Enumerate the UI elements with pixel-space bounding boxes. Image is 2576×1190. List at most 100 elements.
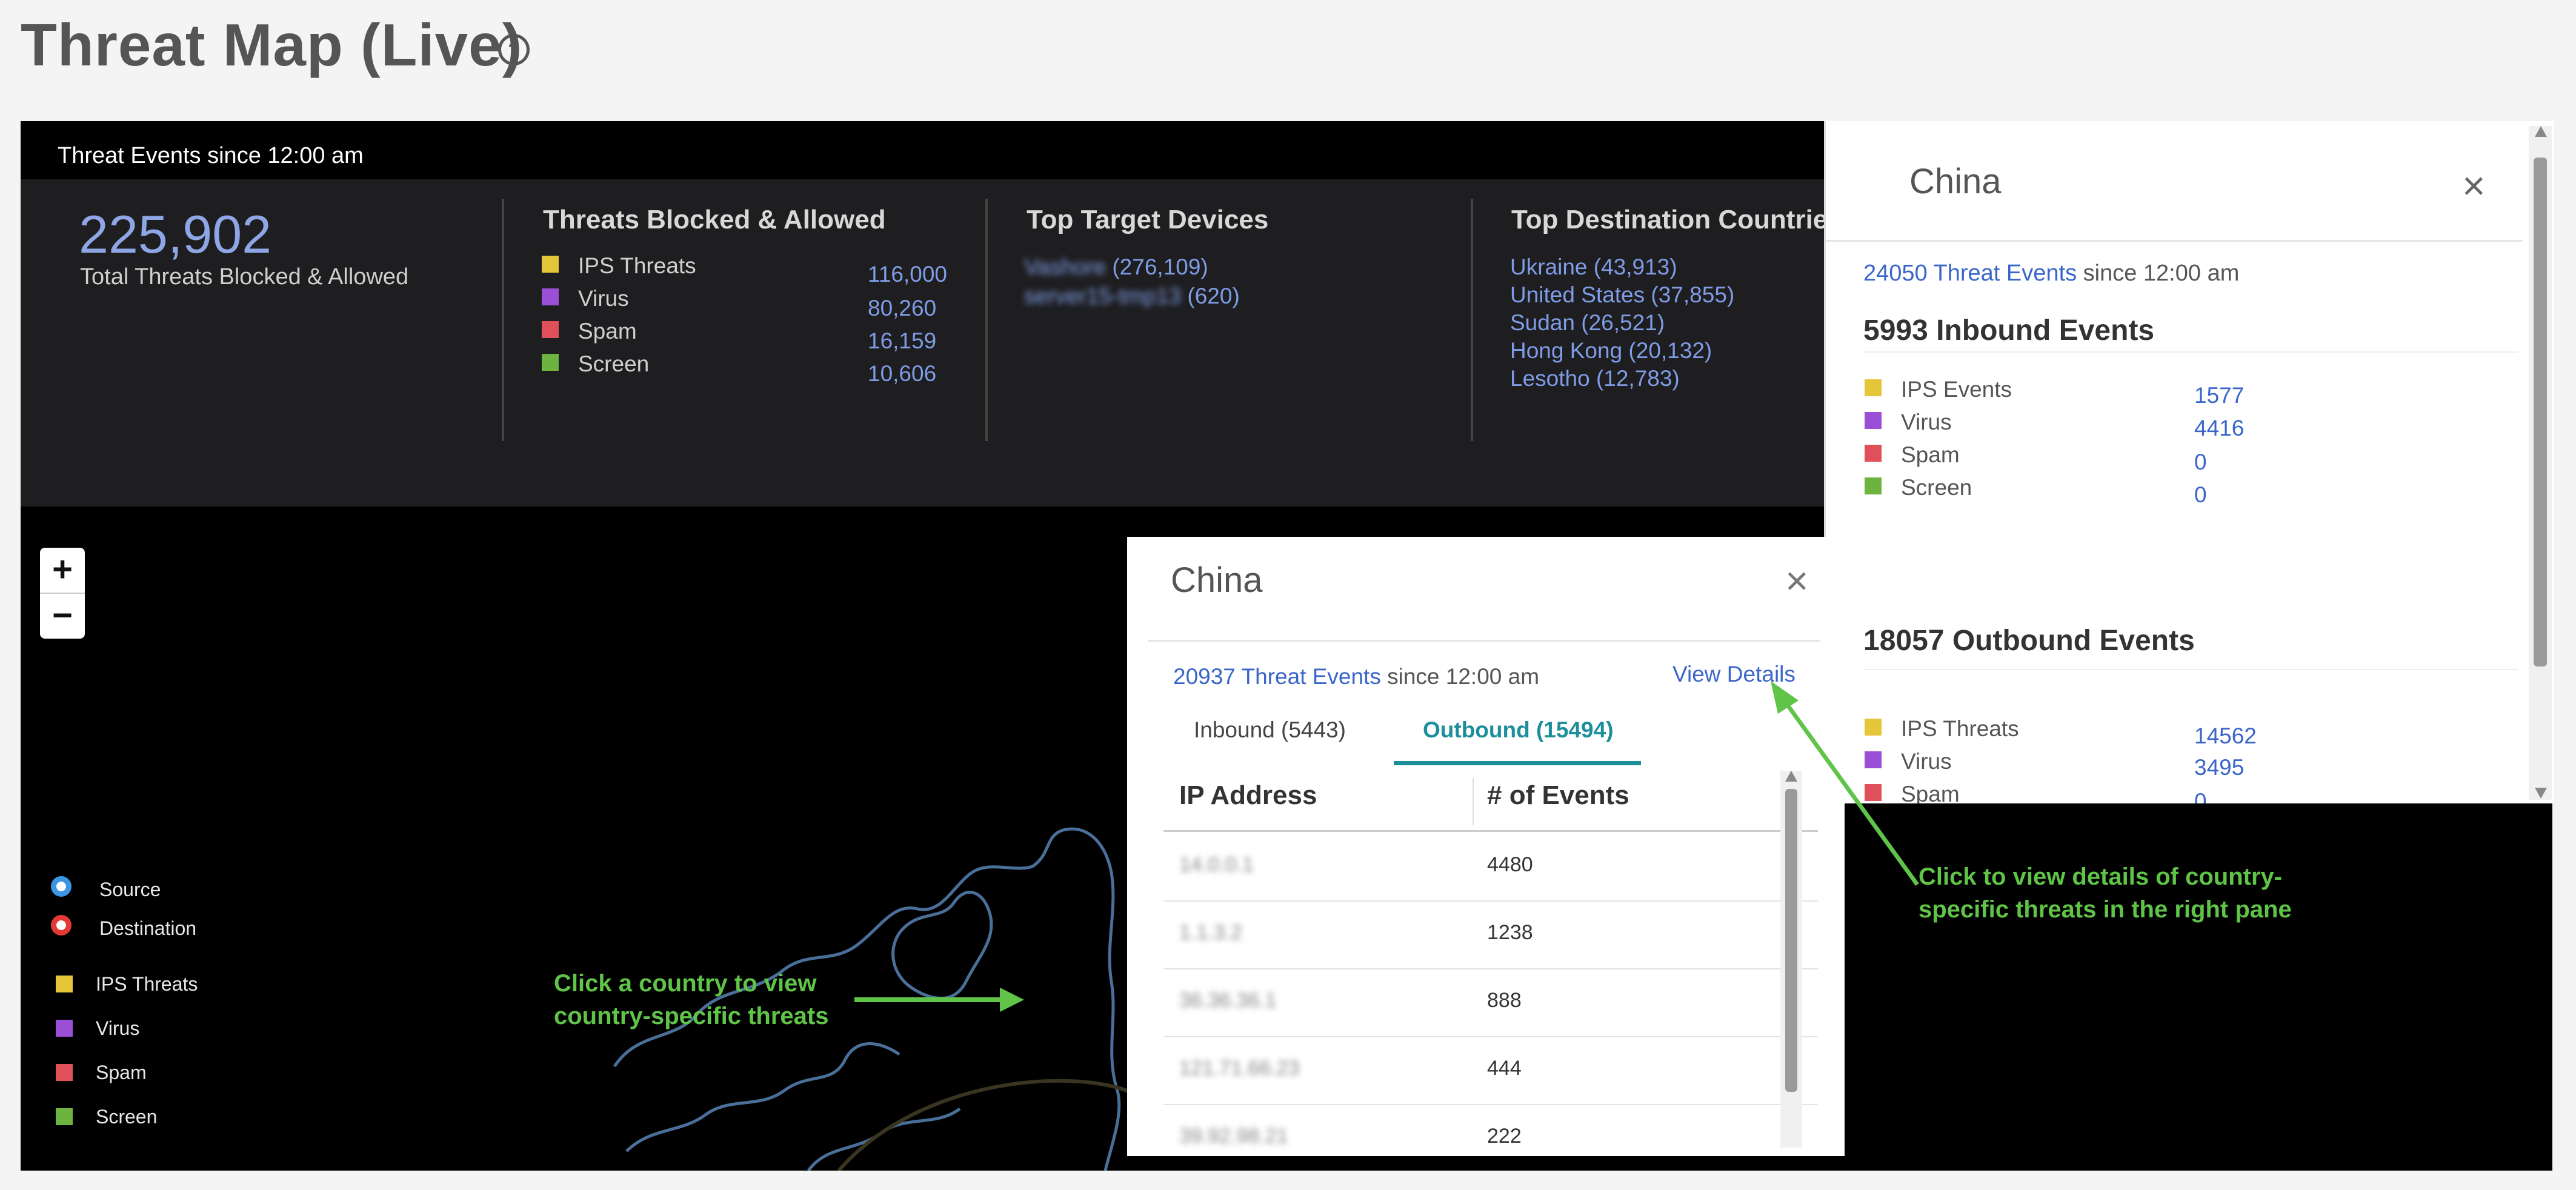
row-ip: 39.92.98.21 bbox=[1179, 1125, 1288, 1148]
pane-scroll-thumb[interactable] bbox=[2534, 158, 2547, 666]
pane-title: China bbox=[1909, 162, 2002, 201]
pane-divider bbox=[1863, 669, 2518, 670]
inbound-item-value[interactable]: 0 bbox=[2194, 482, 2207, 508]
inbound-item-label: Screen bbox=[1901, 475, 1972, 500]
inbound-heading: 5993 Inbound Events bbox=[1863, 314, 2155, 347]
blocked-item-value[interactable]: 16,159 bbox=[868, 328, 936, 354]
annotation-line: Click a country to view bbox=[554, 970, 817, 997]
spam-swatch bbox=[542, 321, 559, 338]
pane-events-summary: 24050 Threat Events since 12:00 am bbox=[1863, 261, 2239, 287]
blocked-item-label: Spam bbox=[578, 319, 637, 344]
tab-inbound[interactable]: Inbound (5443) bbox=[1194, 717, 1346, 743]
column-header-events[interactable]: # of Events bbox=[1487, 780, 1629, 811]
blocked-item-label: Virus bbox=[578, 286, 629, 311]
ips-threats-swatch bbox=[542, 256, 559, 273]
scroll-down-icon[interactable] bbox=[2535, 788, 2547, 799]
annotation-line: specific threats in the right pane bbox=[1919, 896, 2292, 923]
legend-source-label: Source bbox=[99, 879, 161, 900]
zoom-out-button[interactable]: − bbox=[40, 594, 85, 639]
table-row[interactable]: 39.92.98.21 222 bbox=[1163, 1104, 1818, 1156]
page-title: Threat Map (Live) bbox=[21, 12, 523, 78]
countries-heading: Top Destination Countries bbox=[1511, 205, 1843, 234]
outbound-item-value[interactable]: 0 bbox=[2194, 789, 2207, 803]
inbound-item-label: Spam bbox=[1901, 442, 1960, 467]
inbound-item-value[interactable]: 0 bbox=[2194, 450, 2207, 475]
blocked-item-value[interactable]: 80,260 bbox=[868, 296, 936, 321]
pane-scrollbar[interactable] bbox=[2529, 126, 2552, 800]
annotation-line: country-specific threats bbox=[554, 1003, 829, 1029]
pane-divider bbox=[1863, 351, 2518, 353]
table-row[interactable]: 121.71.66.23 444 bbox=[1163, 1036, 1818, 1105]
device-count: (620) bbox=[1187, 284, 1240, 308]
total-threats-label: Total Threats Blocked & Allowed bbox=[80, 264, 409, 290]
popup-title: China bbox=[1171, 560, 1263, 600]
legend-destination-label: Destination bbox=[99, 917, 197, 939]
device-item[interactable]: Vashore (276,109) bbox=[1024, 254, 1208, 280]
table-row[interactable]: 14.0.0.1 4480 bbox=[1163, 833, 1818, 902]
legend-item-label: Spam bbox=[96, 1062, 147, 1083]
blocked-item-value[interactable]: 10,606 bbox=[868, 361, 936, 387]
inbound-ips-swatch bbox=[1865, 379, 1882, 396]
device-count: (276,109) bbox=[1112, 254, 1208, 279]
inbound-item-label: IPS Events bbox=[1901, 377, 2012, 402]
outbound-item-value[interactable]: 3495 bbox=[2194, 755, 2244, 780]
blocked-item-value[interactable]: 116,000 bbox=[868, 262, 947, 287]
country-item[interactable]: Ukraine (43,913) bbox=[1510, 254, 1677, 280]
stats-divider bbox=[502, 199, 504, 441]
legend-item-label: IPS Threats bbox=[96, 973, 198, 995]
inbound-item-label: Virus bbox=[1901, 410, 1952, 434]
outbound-heading: 18057 Outbound Events bbox=[1863, 625, 2195, 657]
popup-events-suffix: since 12:00 am bbox=[1380, 664, 1540, 689]
row-ip: 14.0.0.1 bbox=[1179, 853, 1254, 876]
blocked-item-label: IPS Threats bbox=[578, 253, 696, 278]
popup-close-icon[interactable]: × bbox=[1785, 557, 1809, 603]
device-name: server15-tmp13 bbox=[1024, 284, 1182, 308]
row-events: 444 bbox=[1487, 1057, 1522, 1080]
inbound-screen-swatch bbox=[1865, 477, 1882, 494]
tab-outbound[interactable]: Outbound (15494) bbox=[1423, 717, 1614, 743]
device-name: Vashore bbox=[1024, 254, 1107, 279]
total-threats-value: 225,902 bbox=[79, 204, 272, 264]
table-header-divider bbox=[1163, 830, 1818, 832]
annotation-line: Click to view details of country- bbox=[1919, 863, 2283, 890]
pane-events-suffix: since 12:00 am bbox=[2077, 261, 2240, 286]
annotation-country-click: Click a country to view country-specific… bbox=[554, 967, 828, 1032]
pane-close-icon[interactable]: × bbox=[2462, 162, 2486, 208]
country-popup: China × 20937 Threat Events since 12:00 … bbox=[1127, 537, 1845, 1156]
row-events: 4480 bbox=[1487, 853, 1533, 876]
inbound-item-value[interactable]: 4416 bbox=[2194, 416, 2244, 441]
country-item[interactable]: Hong Kong (20,132) bbox=[1510, 338, 1712, 364]
outbound-item-value[interactable]: 14562 bbox=[2194, 723, 2257, 749]
legend-ips-swatch bbox=[56, 976, 73, 992]
country-item[interactable]: United States (37,855) bbox=[1510, 282, 1734, 308]
popup-events-link[interactable]: 20937 Threat Events bbox=[1173, 664, 1381, 689]
help-icon[interactable]: ? bbox=[498, 34, 530, 65]
country-item[interactable]: Lesotho (12,783) bbox=[1510, 366, 1680, 391]
blocked-heading: Threats Blocked & Allowed bbox=[543, 205, 886, 234]
table-row[interactable]: 36.36.36.1 888 bbox=[1163, 968, 1818, 1037]
banner-text: Threat Events since 12:00 am bbox=[58, 143, 364, 168]
stats-divider bbox=[985, 199, 988, 441]
row-ip: 121.71.66.23 bbox=[1179, 1057, 1300, 1080]
row-events: 222 bbox=[1487, 1125, 1522, 1148]
legend-screen-swatch bbox=[56, 1108, 73, 1125]
devices-heading: Top Target Devices bbox=[1027, 205, 1269, 234]
legend-spam-swatch bbox=[56, 1064, 73, 1081]
popup-divider bbox=[1148, 640, 1820, 642]
inbound-item-value[interactable]: 1577 bbox=[2194, 383, 2244, 408]
active-tab-indicator bbox=[1394, 761, 1641, 765]
device-item[interactable]: server15-tmp13 (620) bbox=[1024, 284, 1240, 309]
destination-marker-icon bbox=[51, 915, 72, 936]
annotation-view-details: Click to view details of country- specif… bbox=[1919, 860, 2292, 926]
inbound-virus-swatch bbox=[1865, 412, 1882, 429]
pane-events-link[interactable]: 24050 Threat Events bbox=[1863, 261, 2077, 286]
column-header-ip[interactable]: IP Address bbox=[1179, 780, 1317, 811]
scroll-up-icon[interactable] bbox=[2535, 126, 2547, 137]
virus-swatch bbox=[542, 288, 559, 305]
legend-item-label: Screen bbox=[96, 1106, 158, 1128]
annotation-arrow-icon bbox=[854, 988, 1024, 1012]
pane-divider bbox=[1826, 240, 2523, 242]
table-row[interactable]: 1.1.3.2 1238 bbox=[1163, 900, 1818, 969]
country-item[interactable]: Sudan (26,521) bbox=[1510, 310, 1665, 336]
zoom-in-button[interactable]: + bbox=[40, 548, 85, 594]
